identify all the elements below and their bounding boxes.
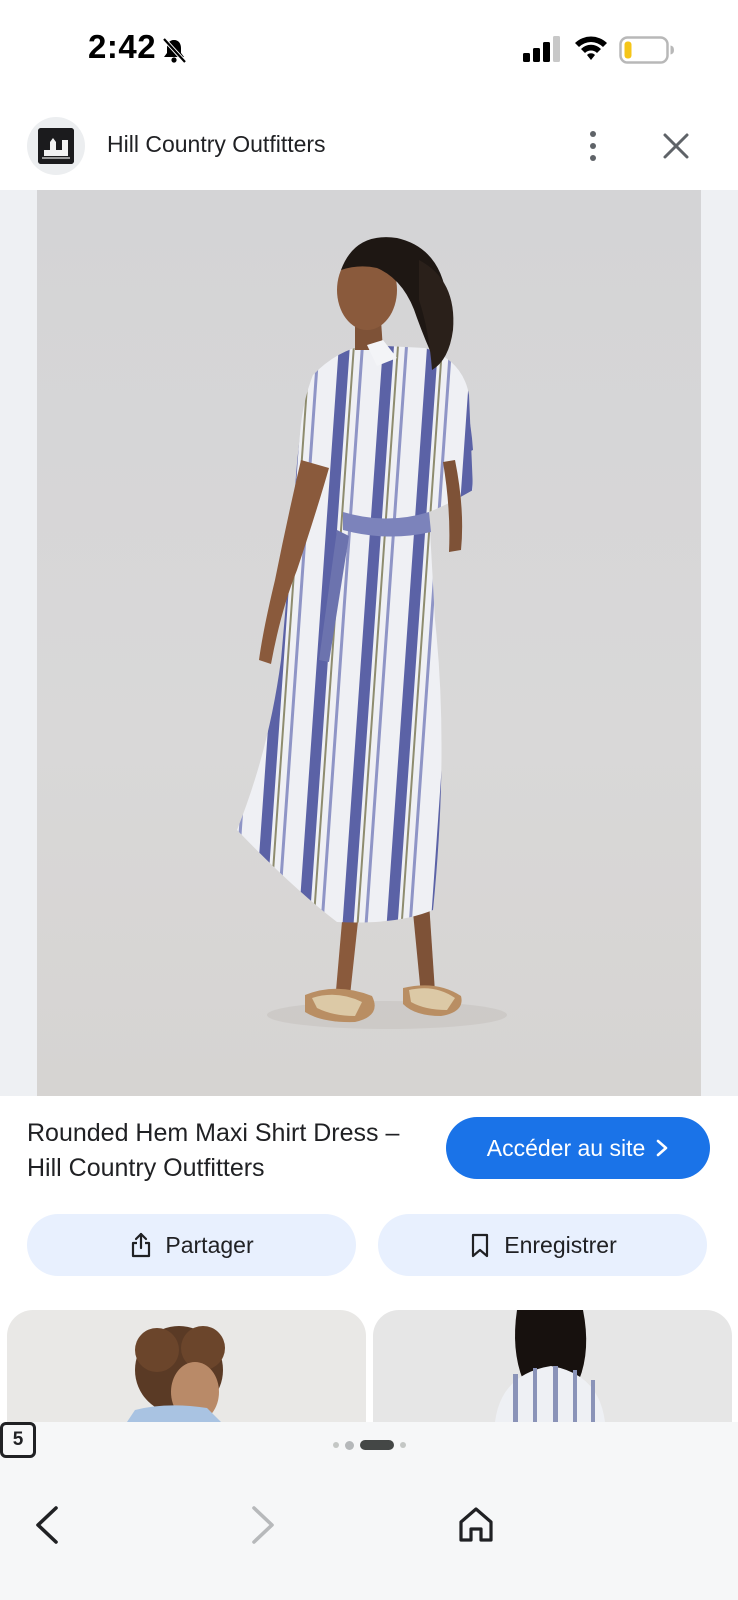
site-logo[interactable]	[27, 117, 85, 175]
browser-toolbar: 5	[0, 1422, 738, 1600]
share-label: Partager	[165, 1231, 254, 1258]
menu-dot	[590, 131, 596, 137]
related-photo	[495, 1310, 605, 1422]
image-viewer	[0, 190, 738, 1096]
page: 2:42 Hill Country Outfitters Rounded Hem…	[0, 0, 738, 1600]
bookmark-icon	[472, 1233, 489, 1258]
back-icon[interactable]	[28, 1504, 68, 1546]
related-thumbnail[interactable]	[7, 1310, 366, 1422]
related-photo	[127, 1326, 225, 1422]
visit-site-label: Accéder au site	[486, 1134, 646, 1161]
pager-dot	[344, 1440, 354, 1450]
pager-dot	[332, 1442, 339, 1448]
product-title[interactable]: Rounded Hem Maxi Shirt Dress – Hill Coun…	[27, 1116, 427, 1186]
site-logo-image	[38, 128, 74, 164]
bell-slash-icon	[162, 37, 187, 64]
menu-dot	[590, 143, 596, 149]
pager-dot-active	[359, 1440, 394, 1450]
status-time: 2:42	[88, 28, 157, 65]
close-icon[interactable]	[660, 130, 692, 162]
status-bar: 2:42	[0, 0, 738, 100]
related-thumbnail[interactable]	[373, 1310, 732, 1422]
save-label: Enregistrer	[504, 1231, 617, 1258]
result-header: Hill Country Outfitters	[0, 110, 738, 190]
menu-dot	[590, 155, 596, 161]
save-button[interactable]: Enregistrer	[378, 1214, 707, 1276]
carousel-pager	[0, 1438, 738, 1452]
wifi-icon	[575, 36, 607, 60]
pager-dot	[399, 1442, 406, 1448]
battery-low-icon	[619, 36, 674, 64]
home-icon[interactable]	[456, 1504, 496, 1546]
share-button[interactable]: Partager	[27, 1214, 356, 1276]
site-name[interactable]: Hill Country Outfitters	[107, 131, 326, 158]
product-illustration	[237, 237, 507, 1029]
site-logo-mark	[38, 128, 74, 164]
product-photo[interactable]	[37, 190, 701, 1096]
visit-site-button[interactable]: Accéder au site	[446, 1117, 710, 1179]
more-vertical-icon[interactable]	[580, 128, 606, 164]
cellular-signal-icon	[523, 36, 560, 62]
forward-icon[interactable]	[242, 1504, 282, 1546]
chevron-right-icon	[656, 1139, 668, 1157]
share-icon	[132, 1232, 151, 1258]
